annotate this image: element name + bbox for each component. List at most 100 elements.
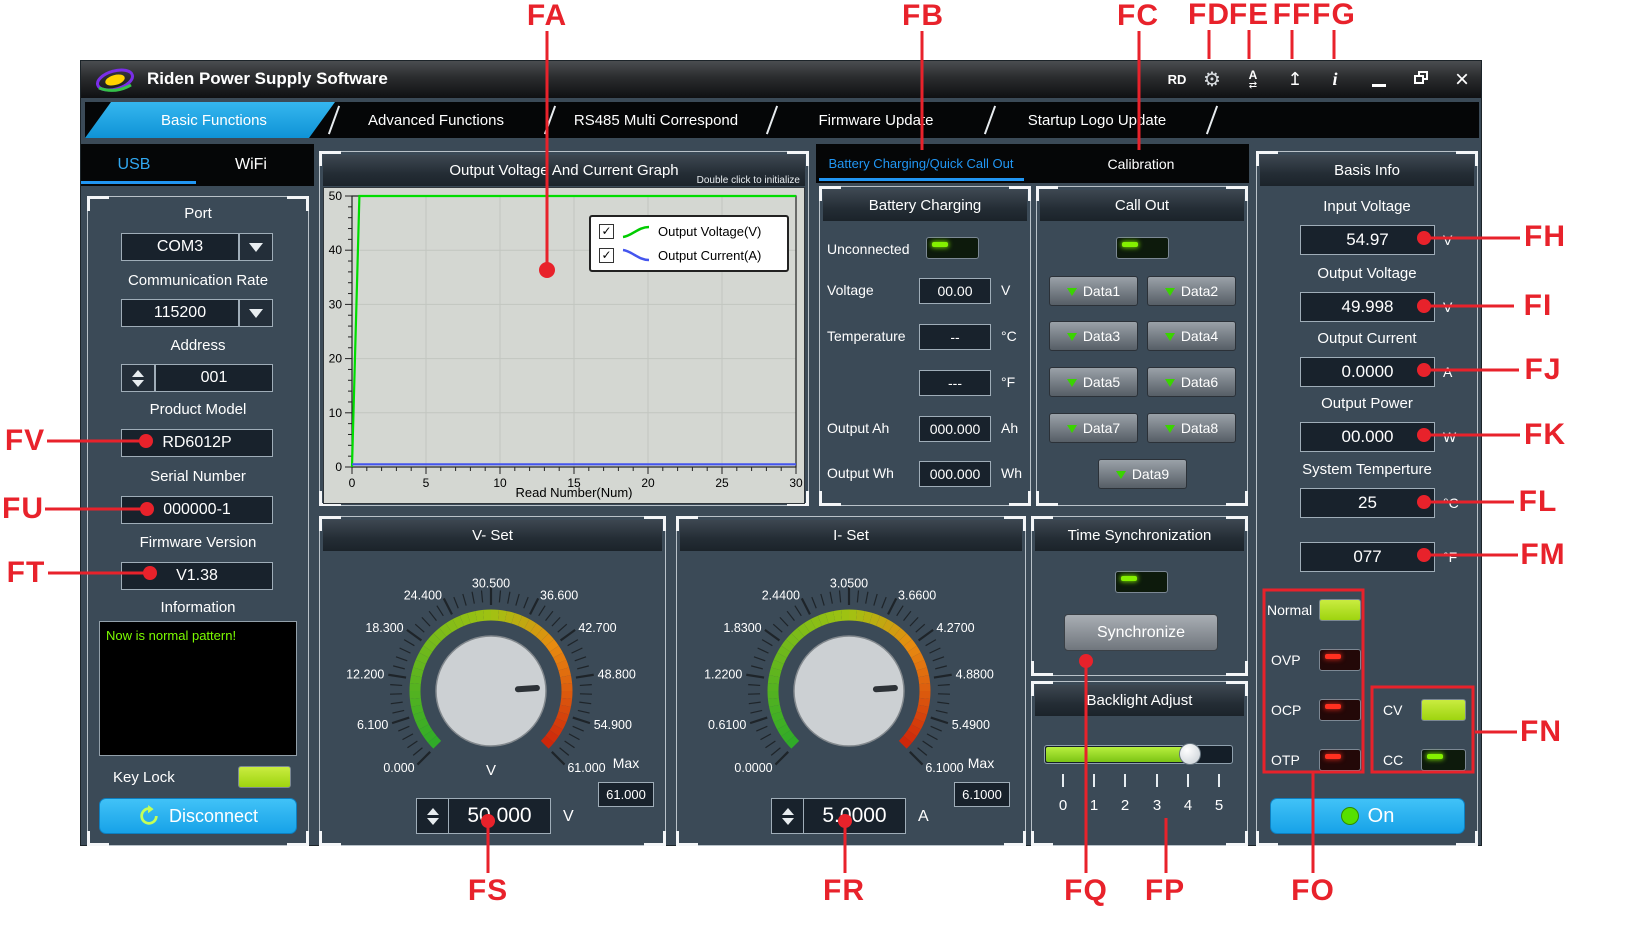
rd-label: RD — [1167, 72, 1187, 87]
backlight-tick-label-0: 0 — [1058, 797, 1068, 814]
down-arrow-icon — [426, 817, 439, 825]
annotation-FI: FI — [1523, 289, 1553, 322]
basis-info-title: Basis Info — [1260, 155, 1474, 186]
svg-text:30: 30 — [789, 476, 803, 490]
backlight-tick-label-5: 5 — [1214, 797, 1224, 814]
tab-separator — [1205, 105, 1219, 135]
backlight-slider[interactable] — [1044, 743, 1233, 765]
time-sync-led — [1115, 571, 1168, 593]
key-lock-label: Key Lock — [113, 769, 175, 786]
comm-rate-dropdown-button[interactable] — [239, 299, 273, 327]
v-set-value[interactable]: 50.000 — [448, 798, 551, 834]
window-title: Riden Power Supply Software — [147, 69, 388, 88]
data6-button[interactable]: Data6 — [1147, 367, 1236, 397]
backlight-tick — [1093, 774, 1095, 787]
data4-button[interactable]: Data4 — [1147, 321, 1236, 351]
data2-label: Data2 — [1180, 283, 1219, 299]
comm-rate-select[interactable]: 115200 — [121, 299, 239, 327]
svg-text:61.000: 61.000 — [567, 761, 605, 775]
svg-text:30.500: 30.500 — [472, 577, 510, 591]
graph-subtitle: Double click to initialize — [696, 175, 800, 186]
product-model-label: Product Model — [149, 401, 247, 418]
down-arrow-icon — [1164, 287, 1175, 301]
data5-button[interactable]: Data5 — [1049, 367, 1138, 397]
synchronize-button[interactable]: Synchronize — [1064, 614, 1218, 651]
address-value[interactable]: 001 — [155, 364, 273, 392]
info-icon[interactable]: i — [1319, 61, 1351, 98]
tab-startup-logo-update[interactable]: Startup Logo Update — [992, 102, 1202, 138]
annotation-FK: FK — [1524, 418, 1566, 451]
disconnect-button[interactable]: Disconnect — [99, 798, 297, 834]
annotation-FF: FF — [1272, 0, 1312, 31]
legend-current-checkbox[interactable]: ✓ — [599, 247, 614, 263]
tab-wifi[interactable]: WiFi — [211, 156, 291, 174]
gear-icon[interactable]: ⚙ — [1196, 61, 1228, 98]
battery-output-ah-unit: Ah — [1001, 420, 1019, 436]
tab-basic-functions[interactable]: Basic Functions — [109, 102, 319, 138]
svg-text:50: 50 — [329, 189, 343, 203]
normal-indicator-led — [1319, 599, 1361, 621]
data3-button[interactable]: Data3 — [1049, 321, 1138, 351]
v-set-unit: V — [563, 808, 574, 825]
svg-text:0.000: 0.000 — [383, 761, 414, 775]
output-voltage-unit: V — [1443, 299, 1453, 315]
svg-text:24.400: 24.400 — [404, 588, 442, 602]
up-arrow-icon — [132, 369, 144, 377]
battery-temperature-c-unit: °C — [1001, 328, 1017, 344]
key-lock-led — [238, 766, 291, 788]
minimize-button[interactable] — [1363, 61, 1395, 98]
translate-icon-letter: A — [1248, 67, 1258, 82]
annotation-FA: FA — [526, 0, 568, 32]
annotation-FH: FH — [1524, 220, 1566, 253]
svg-text:36.600: 36.600 — [540, 588, 578, 602]
battery-output-wh-value: 000.000 — [919, 461, 991, 487]
i-set-value[interactable]: 5.0000 — [803, 798, 906, 834]
down-arrow-icon — [1164, 332, 1175, 346]
backlight-tick-label-1: 1 — [1089, 797, 1099, 814]
close-button[interactable]: × — [1446, 61, 1478, 98]
tab-calibration[interactable]: Calibration — [1081, 156, 1201, 172]
maximize-button[interactable] — [1405, 61, 1437, 98]
translate-icon[interactable]: A ⇄ — [1237, 61, 1269, 98]
data1-button[interactable]: Data1 — [1049, 276, 1138, 306]
data8-label: Data8 — [1180, 420, 1219, 436]
svg-text:0: 0 — [349, 476, 356, 490]
system-temperature-f-unit: °F — [1443, 549, 1458, 565]
port-select[interactable]: COM3 — [121, 233, 239, 261]
port-dropdown-button[interactable] — [239, 233, 273, 261]
data7-button[interactable]: Data7 — [1049, 413, 1138, 443]
backlight-tick-label-2: 2 — [1120, 797, 1130, 814]
system-temperature-c-unit: °C — [1443, 495, 1459, 511]
annotation-FG: FG — [1312, 0, 1356, 31]
down-arrow-icon — [1164, 424, 1175, 438]
down-arrow-icon — [1066, 378, 1077, 392]
tab-usb[interactable]: USB — [94, 156, 174, 174]
i-set-stepper[interactable] — [771, 798, 804, 834]
cc-indicator-label: CC — [1383, 752, 1404, 768]
v-set-stepper[interactable] — [416, 798, 449, 834]
voltage-line-sample — [622, 225, 650, 238]
legend-voltage-checkbox[interactable]: ✓ — [599, 224, 614, 240]
data9-button[interactable]: Data9 — [1098, 459, 1187, 489]
svg-text:18.300: 18.300 — [365, 621, 403, 635]
data2-button[interactable]: Data2 — [1147, 276, 1236, 306]
output-power-value: 00.000 — [1300, 422, 1435, 452]
on-button[interactable]: On — [1270, 798, 1465, 834]
annotation-FO: FO — [1291, 874, 1335, 907]
address-stepper[interactable] — [121, 364, 155, 392]
ovp-indicator-label: OVP — [1271, 652, 1301, 668]
tab-advanced-functions[interactable]: Advanced Functions — [331, 102, 541, 138]
refresh-icon — [140, 805, 158, 825]
tab-battery-charging-quick-call-out[interactable]: Battery Charging/Quick Call Out — [816, 156, 1026, 171]
svg-text:5.4900: 5.4900 — [952, 718, 990, 732]
data8-button[interactable]: Data8 — [1147, 413, 1236, 443]
tab-firmware-update[interactable]: Firmware Update — [771, 102, 981, 138]
backlight-slider-handle[interactable] — [1178, 743, 1201, 765]
address-label: Address — [170, 337, 226, 354]
upload-icon[interactable]: ↥ — [1279, 61, 1311, 98]
call-out-title: Call Out — [1040, 190, 1244, 221]
battery-temperature-c-value: -- — [919, 324, 991, 350]
normal-indicator-label: Normal — [1267, 602, 1313, 618]
annotation-FP: FP — [1144, 874, 1186, 907]
tab-rs485-multi-correspond[interactable]: RS485 Multi Correspond — [551, 102, 761, 138]
